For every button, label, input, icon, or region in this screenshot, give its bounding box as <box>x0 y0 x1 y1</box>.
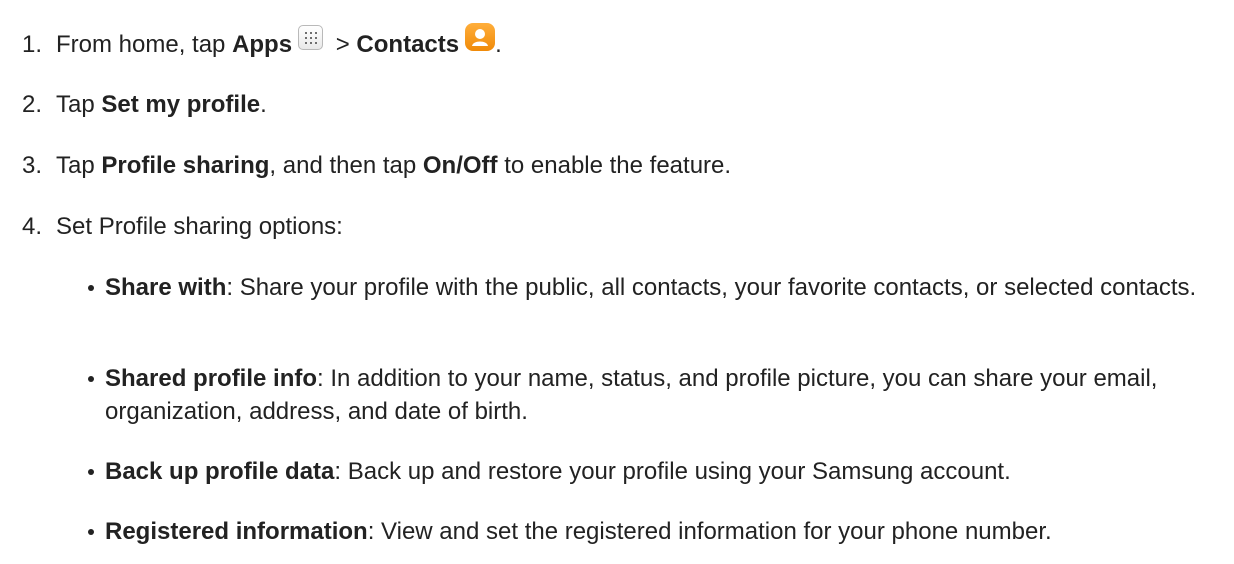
option-description: : Back up and restore your profile using… <box>334 458 1011 485</box>
step-text: From home, tap <box>56 31 233 58</box>
option-shared-profile-info: Shared profile info: In addition to your… <box>88 362 1208 428</box>
apps-label: Apps <box>232 31 293 58</box>
step-3: 3. Tap Profile sharing , and then tap On… <box>22 151 731 181</box>
step-2: 2. Tap Set my profile . <box>22 90 267 120</box>
option-share-with: Share with: Share your profile with the … <box>88 271 1208 304</box>
bullet-icon <box>88 469 94 475</box>
step-1: 1. From home, tap Apps > Contacts . <box>22 23 502 60</box>
step-bold-term: Set my profile <box>101 91 261 118</box>
step-suffix: to enable the feature. <box>497 152 732 179</box>
step-4: 4. Set Profile sharing options: <box>22 212 343 242</box>
option-term: Back up profile data <box>105 458 335 485</box>
step-text: Tap <box>56 91 102 118</box>
step-suffix: . <box>260 91 267 118</box>
bullet-icon <box>88 285 94 291</box>
instructions-document: 1. From home, tap Apps > Contacts . 2. T… <box>0 0 1234 564</box>
step-number: 1. <box>22 31 43 58</box>
contacts-label: Contacts <box>356 31 460 58</box>
step-suffix: . <box>495 31 502 58</box>
option-term: Registered information <box>105 518 368 545</box>
contacts-person-icon <box>465 23 496 51</box>
option-description: : Share your profile with the public, al… <box>226 274 1197 301</box>
bullet-icon <box>88 376 94 382</box>
step-bold-term: On/Off <box>422 152 498 179</box>
option-registered-information: Registered information: View and set the… <box>88 515 1208 548</box>
apps-grid-icon <box>298 24 324 50</box>
step-text-middle: , and then tap <box>269 152 423 179</box>
bullet-icon <box>88 529 94 535</box>
step-number: 4. <box>22 213 43 240</box>
option-back-up-profile-data: Back up profile data: Back up and restor… <box>88 455 1208 488</box>
option-description: : View and set the registered informatio… <box>367 518 1052 545</box>
step-number: 3. <box>22 152 43 179</box>
step-text: Set Profile sharing options: <box>56 213 343 240</box>
step-bold-term: Profile sharing <box>101 152 270 179</box>
step-number: 2. <box>22 91 43 118</box>
step-separator: > <box>329 31 357 58</box>
step-text: Tap <box>56 152 102 179</box>
option-term: Share with <box>105 274 227 301</box>
option-term: Shared profile info <box>105 365 318 392</box>
